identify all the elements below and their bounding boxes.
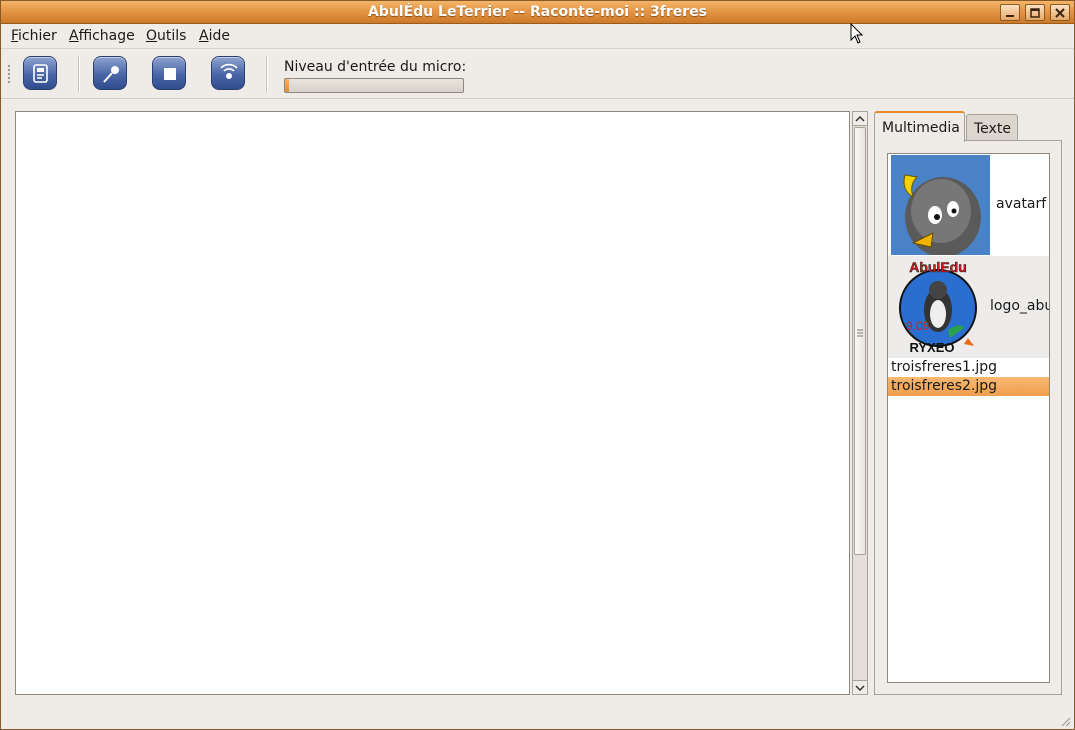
penguin-avatar-icon [891,155,990,255]
list-item-selected[interactable]: troisfreres2.jpg [888,377,1049,396]
list-item[interactable]: troisfreres1.jpg [888,358,1049,377]
svg-text:AbulEdu: AbulEdu [909,259,967,275]
play-button[interactable] [211,56,245,90]
stop-icon [164,68,176,80]
menu-affichage[interactable]: Affichage [69,28,135,44]
media-item-label: troisfreres2.jpg [891,378,998,394]
media-list[interactable]: avatarf AbulEdu 9.08 RYXEO logo_abu troi… [887,153,1050,683]
close-button[interactable] [1050,4,1070,21]
minimize-button[interactable] [1000,4,1020,21]
record-microphone-icon [103,66,119,83]
chevron-up-icon [855,115,865,122]
list-item[interactable]: avatarf [888,154,1049,256]
media-item-label: troisfreres1.jpg [891,359,998,375]
svg-text:9.08: 9.08 [906,319,930,333]
list-item[interactable]: AbulEdu 9.08 RYXEO logo_abu [888,256,1049,358]
title-bar[interactable]: AbulÉdu LeTerrier -- Raconte-moi :: 3fre… [1,1,1074,24]
record-button[interactable] [93,56,127,90]
menu-aide[interactable]: Aide [199,28,230,44]
resize-grip-icon[interactable] [1059,715,1071,727]
multimedia-pane: avatarf AbulEdu 9.08 RYXEO logo_abu troi… [874,140,1062,695]
toolbar-separator [266,56,268,92]
window-title: AbulÉdu LeTerrier -- Raconte-moi :: 3fre… [367,4,708,20]
mouse-cursor-icon [850,23,864,44]
stop-button[interactable] [152,56,186,90]
chevron-down-icon [855,685,865,692]
mic-level-label: Niveau d'entrée du micro: [284,59,467,75]
media-item-label: avatarf [996,196,1047,212]
menu-bar: Fichier Affichage Outils Aide [1,24,1074,49]
toolbar: Niveau d'entrée du micro: [1,50,1074,99]
mic-level-bar [284,78,464,93]
menu-outils[interactable]: Outils [146,28,186,44]
mic-level-fill [285,79,289,92]
close-icon [1055,8,1065,18]
splitter-handle-icon[interactable] [856,329,864,337]
maximize-icon [1030,8,1040,18]
abuledu-logo-icon: AbulEdu 9.08 RYXEO [899,259,977,355]
media-item-label: logo_abu [990,298,1049,314]
app-window: AbulÉdu LeTerrier -- Raconte-moi :: 3fre… [0,0,1075,730]
side-tabs: Multimedia Texte avatarf AbulEdu 9.08 RY… [874,111,1062,695]
svg-text:RYXEO: RYXEO [909,340,954,355]
menu-fichier[interactable]: Fichier [11,28,57,44]
scroll-down-button[interactable] [853,680,867,694]
open-document-button[interactable] [23,56,57,90]
scroll-up-button[interactable] [853,112,867,126]
minimize-icon [1006,15,1014,17]
tab-texte[interactable]: Texte [966,114,1018,141]
story-editor[interactable] [15,111,850,695]
maximize-button[interactable] [1025,4,1045,21]
toolbar-grip[interactable] [7,64,11,84]
play-sound-icon [220,63,238,79]
editor-scrollbar[interactable] [852,111,868,695]
tab-multimedia[interactable]: Multimedia [874,111,965,142]
toolbar-separator [78,56,80,92]
open-document-icon [33,64,48,83]
scroll-thumb[interactable] [854,127,866,555]
